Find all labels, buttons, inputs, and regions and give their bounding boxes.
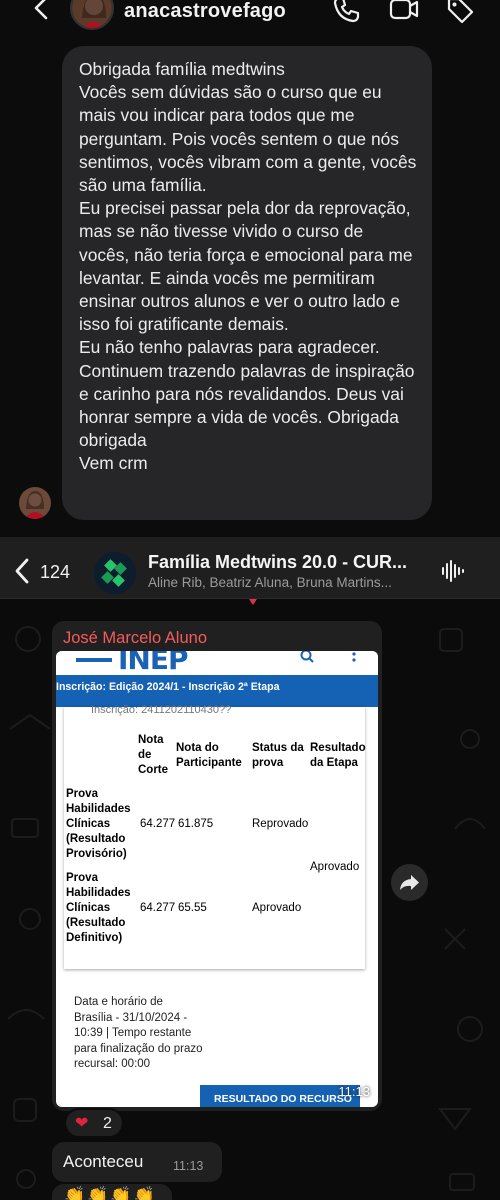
forward-button[interactable] (391, 864, 428, 901)
more-vert-icon (352, 652, 356, 662)
nota-corte: 64.277 (140, 902, 176, 914)
results-table: Inscrição: 2411202110430?? Nota de Corte… (64, 704, 366, 969)
avatar[interactable] (70, 0, 114, 30)
nota-participante: 61.875 (178, 818, 214, 830)
message-bubble[interactable]: Obrigada família medtwins Vocês sem dúvi… (62, 46, 432, 520)
faded-inscricao-line: Inscrição: 2411202110430?? (91, 704, 232, 716)
message-line: Eu precisei passar pela dor da reprovaçã… (79, 198, 413, 335)
phone-icon[interactable] (330, 0, 362, 26)
group-members[interactable]: Aline Rib, Beatriz Aluna, Bruna Martins.… (148, 575, 392, 591)
back-arrow-icon[interactable] (28, 0, 54, 26)
col-header: Resultado da Etapa (310, 742, 366, 769)
row-label: Prova Habilidades Clínicas (Resultado Pr… (66, 788, 131, 860)
message-line: Eu não tenho palavras para agradecer. (79, 337, 380, 358)
message-text: Aconteceu (63, 1152, 144, 1171)
sender-name[interactable]: José Marcelo Aluno (63, 628, 207, 648)
message-time: 11:13 (173, 1159, 204, 1173)
message-line: Obrigada família medtwins (79, 59, 285, 79)
col-header: Nota do Participante (176, 742, 242, 769)
status: Reprovado (252, 818, 309, 830)
menu-icon (76, 658, 112, 662)
col-header: Status da prova (252, 742, 304, 769)
tag-icon[interactable] (444, 0, 476, 26)
deadline-text: Data e horário de Brasília - 31/10/2024 … (74, 996, 203, 1070)
back-chevron-icon[interactable] (12, 557, 32, 585)
nota-corte: 64.277 (140, 818, 176, 830)
message-line: Vocês sem dúvidas são o curso que eu mai… (79, 82, 417, 196)
scroll-marker-icon (249, 599, 257, 605)
search-icon (300, 651, 314, 663)
message-line: Vem crm (79, 453, 148, 474)
resultado-recurso-button: RESULTADO DO RECURSO (200, 1085, 360, 1107)
video-icon[interactable] (388, 0, 420, 26)
group-avatar[interactable] (94, 552, 136, 594)
username[interactable]: anacastrovefago (124, 0, 286, 22)
audio-wave-icon[interactable] (440, 559, 464, 583)
text-message[interactable]: Aconteceu 11:13 (52, 1142, 222, 1182)
resultado-etapa: Aprovado (310, 861, 360, 873)
inscricao-text: Inscrição: Edição 2024/1 - Inscrição 2ª … (56, 681, 280, 693)
message-time: 11:13 (338, 1084, 370, 1099)
chat-area[interactable]: José Marcelo Aluno INEP Inscrição: Ediçã… (0, 599, 500, 1200)
sender-avatar[interactable] (19, 487, 51, 519)
message-text: Obrigada família medtwins Vocês sem dúvi… (79, 58, 418, 476)
unread-count[interactable]: 124 (40, 562, 70, 582)
col-header: Nota de Corte (138, 734, 169, 776)
reaction-badge[interactable]: ❤ 2 (64, 1108, 124, 1138)
instagram-dm: anacastrovefago Obrigada família medtwin… (0, 0, 500, 537)
result-screenshot[interactable]: INEP Inscrição: Edição 2024/1 - Inscriçã… (56, 651, 378, 1107)
message-line: Continuem trazendo palavras de inspiraçã… (79, 360, 415, 451)
clapping-emoji: 👏👏👏👏 (64, 1186, 157, 1200)
nota-participante: 65.55 (178, 902, 207, 914)
status: Aprovado (252, 902, 302, 914)
inep-logo: INEP (118, 651, 188, 676)
ig-header: anacastrovefago (0, 0, 500, 34)
group-title[interactable]: Família Medtwins 20.0 - CUR... (148, 552, 407, 572)
reaction-count: 2 (103, 1115, 112, 1132)
chat-header: 124 Família Medtwins 20.0 - CUR... Aline… (0, 537, 500, 599)
forward-arrow-icon (400, 875, 419, 890)
row-label: Prova Habilidades Clínicas (Resultado De… (66, 872, 131, 944)
emoji-message[interactable]: 👏👏👏👏 (52, 1184, 172, 1200)
heart-icon: ❤ (75, 1115, 89, 1132)
image-message[interactable]: José Marcelo Aluno INEP Inscrição: Ediçã… (52, 621, 382, 1111)
